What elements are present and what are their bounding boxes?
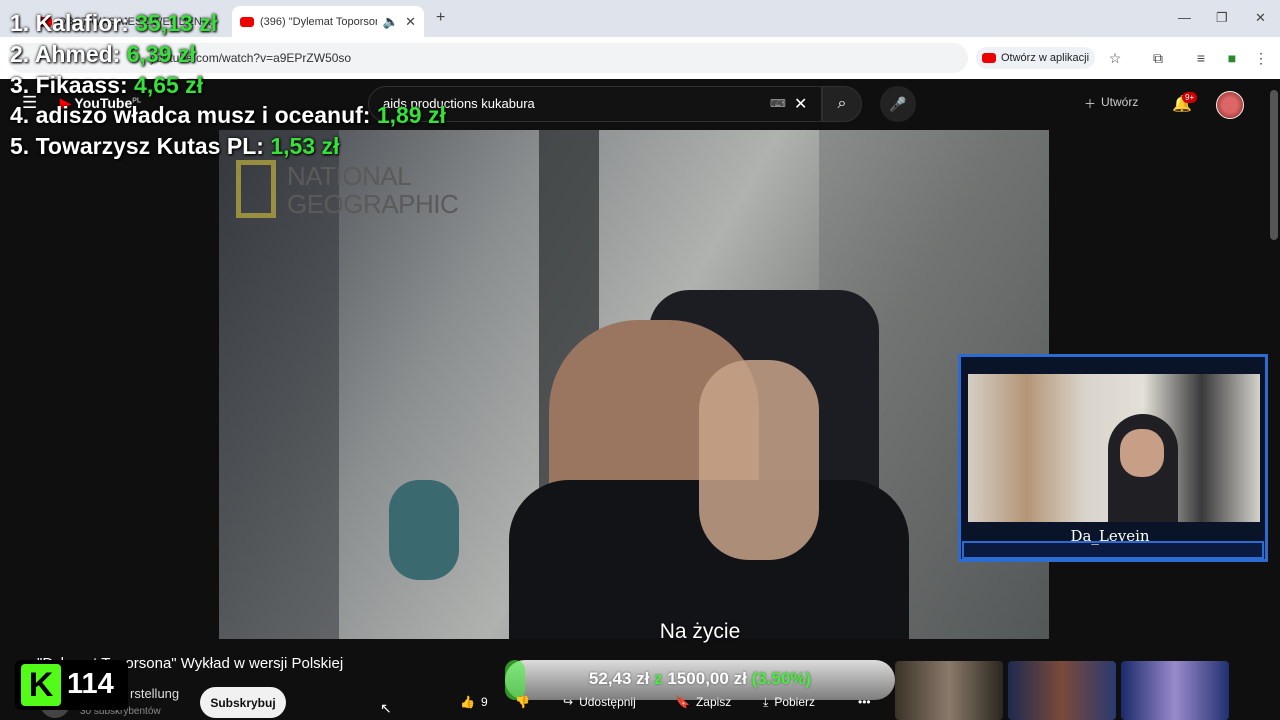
maximize-button[interactable]: ❐ (1216, 10, 1228, 26)
leaderboard-name: 4. adiszo władca musz i oceanuf: (10, 102, 371, 128)
donation-goal-text: 52,43 zł z 1500,00 zł (3.50%) (505, 669, 895, 689)
create-label: Utwórz (1101, 95, 1139, 109)
share-icon: ↪ (563, 695, 574, 709)
share-label: Udostępnij (579, 695, 636, 709)
leaderboard-amount: 1,53 zł (270, 133, 340, 159)
channel-name[interactable]: rstellung (130, 686, 179, 701)
notifications-badge: 9+ (1182, 92, 1198, 103)
youtube-favicon-icon (240, 16, 254, 27)
recommended-video-thumbnail[interactable] (895, 661, 1003, 720)
account-avatar[interactable] (1216, 91, 1244, 119)
like-count: 9 (480, 695, 488, 709)
watermark-line: NATIONAL (287, 161, 412, 191)
media-control-icon[interactable]: ≡ (1190, 47, 1212, 69)
goal-target: 1500,00 zł (667, 669, 747, 688)
bookmark-icon: 🔖 (675, 695, 690, 709)
leaderboard-name: 1. Kalafior: (10, 10, 129, 36)
leaderboard-name: 2. Ahmed: (10, 41, 121, 67)
plus-icon: ＋ (1084, 97, 1097, 111)
extensions-icon[interactable]: ⧉ (1147, 47, 1169, 69)
open-in-app-label: Otwórz w aplikacji (1001, 52, 1090, 64)
search-icon: ⌕ (837, 95, 847, 112)
more-actions-button[interactable]: ••• (858, 688, 871, 716)
profile-icon[interactable]: ■ (1221, 47, 1243, 69)
leaderboard-amount: 35,13 zł (135, 10, 218, 36)
keyboard-icon[interactable]: ⌨ (770, 97, 786, 110)
goal-current: 52,43 zł (588, 669, 650, 688)
kick-viewer-count: 114 (67, 668, 114, 700)
thumbs-down-icon: 👎 (515, 695, 530, 709)
create-button[interactable]: ＋ Utwórz (1084, 95, 1138, 112)
microphone (389, 480, 459, 580)
like-button[interactable]: 👍 9 (460, 688, 488, 716)
download-icon: ⤓ (763, 694, 769, 709)
new-tab-button[interactable]: + (436, 9, 445, 27)
minimize-button[interactable]: — (1178, 10, 1191, 25)
clear-search-icon[interactable]: ✕ (794, 94, 807, 114)
leaderboard-entry: 3. Fikaass: 4,65 zł (10, 72, 203, 99)
leaderboard-entry: 4. adiszo władca musz i oceanuf: 1,89 zł (10, 102, 446, 129)
recommended-video-thumbnail[interactable] (1008, 661, 1116, 720)
browser-tab-active[interactable]: (396) "Dylemat Toporsona" 🔈 ✕ (232, 6, 424, 37)
leaderboard-entry: 5. Towarzysz Kutas PL: 1,53 zł (10, 133, 339, 160)
webcam-name: Da_Levein (1070, 527, 1150, 545)
close-window-button[interactable]: ✕ (1255, 10, 1266, 26)
save-button[interactable]: 🔖 Zapisz (675, 688, 731, 716)
page-scrollbar[interactable] (1270, 90, 1278, 240)
thumbs-up-icon: 👍 (460, 695, 475, 709)
kick-logo-icon: K (21, 664, 61, 706)
leaderboard-amount: 4,65 zł (134, 72, 204, 98)
open-in-app-button[interactable]: Otwórz w aplikacji (976, 47, 1096, 69)
leaderboard-entry: 1. Kalafior: 35,13 zł (10, 10, 217, 37)
download-label: Pobierz (774, 695, 815, 709)
close-tab-icon[interactable]: ✕ (405, 14, 416, 30)
leaderboard-name: 3. Fikaass: (10, 72, 128, 98)
webcam-view (968, 374, 1260, 522)
tab-title: (396) "Dylemat Toporsona" (260, 15, 377, 28)
raised-hand (699, 360, 819, 560)
search-button[interactable]: ⌕ (822, 86, 862, 122)
browser-menu-icon[interactable]: ⋮ (1250, 47, 1272, 69)
recommended-video-thumbnail[interactable] (1121, 661, 1229, 720)
youtube-app-icon (982, 53, 996, 63)
goal-separator: z (654, 669, 663, 688)
leaderboard-name: 5. Towarzysz Kutas PL: (10, 133, 264, 159)
webcam-face (1120, 429, 1164, 477)
goal-percent: (3.50%) (751, 669, 812, 688)
speaker-icon[interactable]: 🔈 (383, 14, 399, 30)
video-subtitle: Na życie (659, 620, 741, 643)
leaderboard-entry: 2. Ahmed: 6,39 zł (10, 41, 196, 68)
share-button[interactable]: ↪ Udostępnij (563, 688, 636, 716)
dislike-button[interactable]: 👎 (515, 688, 530, 716)
download-button[interactable]: ⤓ Pobierz (763, 688, 815, 716)
leaderboard-amount: 6,39 zł (126, 41, 196, 67)
bookmark-star-icon[interactable]: ☆ (1104, 47, 1126, 69)
watermark-line: GEOGRAPHIC (287, 189, 459, 219)
mouse-cursor-icon: ↖ (380, 700, 392, 716)
microphone-icon: 🎤 (889, 95, 907, 112)
voice-search-button[interactable]: 🎤 (880, 86, 916, 122)
save-label: Zapisz (695, 695, 732, 709)
national-geographic-logo-icon (236, 160, 276, 218)
watermark-text: NATIONAL GEOGRAPHIC (287, 161, 459, 219)
leaderboard-amount: 1,89 zł (376, 102, 446, 128)
subscribe-button[interactable]: Subskrybuj (200, 687, 286, 718)
